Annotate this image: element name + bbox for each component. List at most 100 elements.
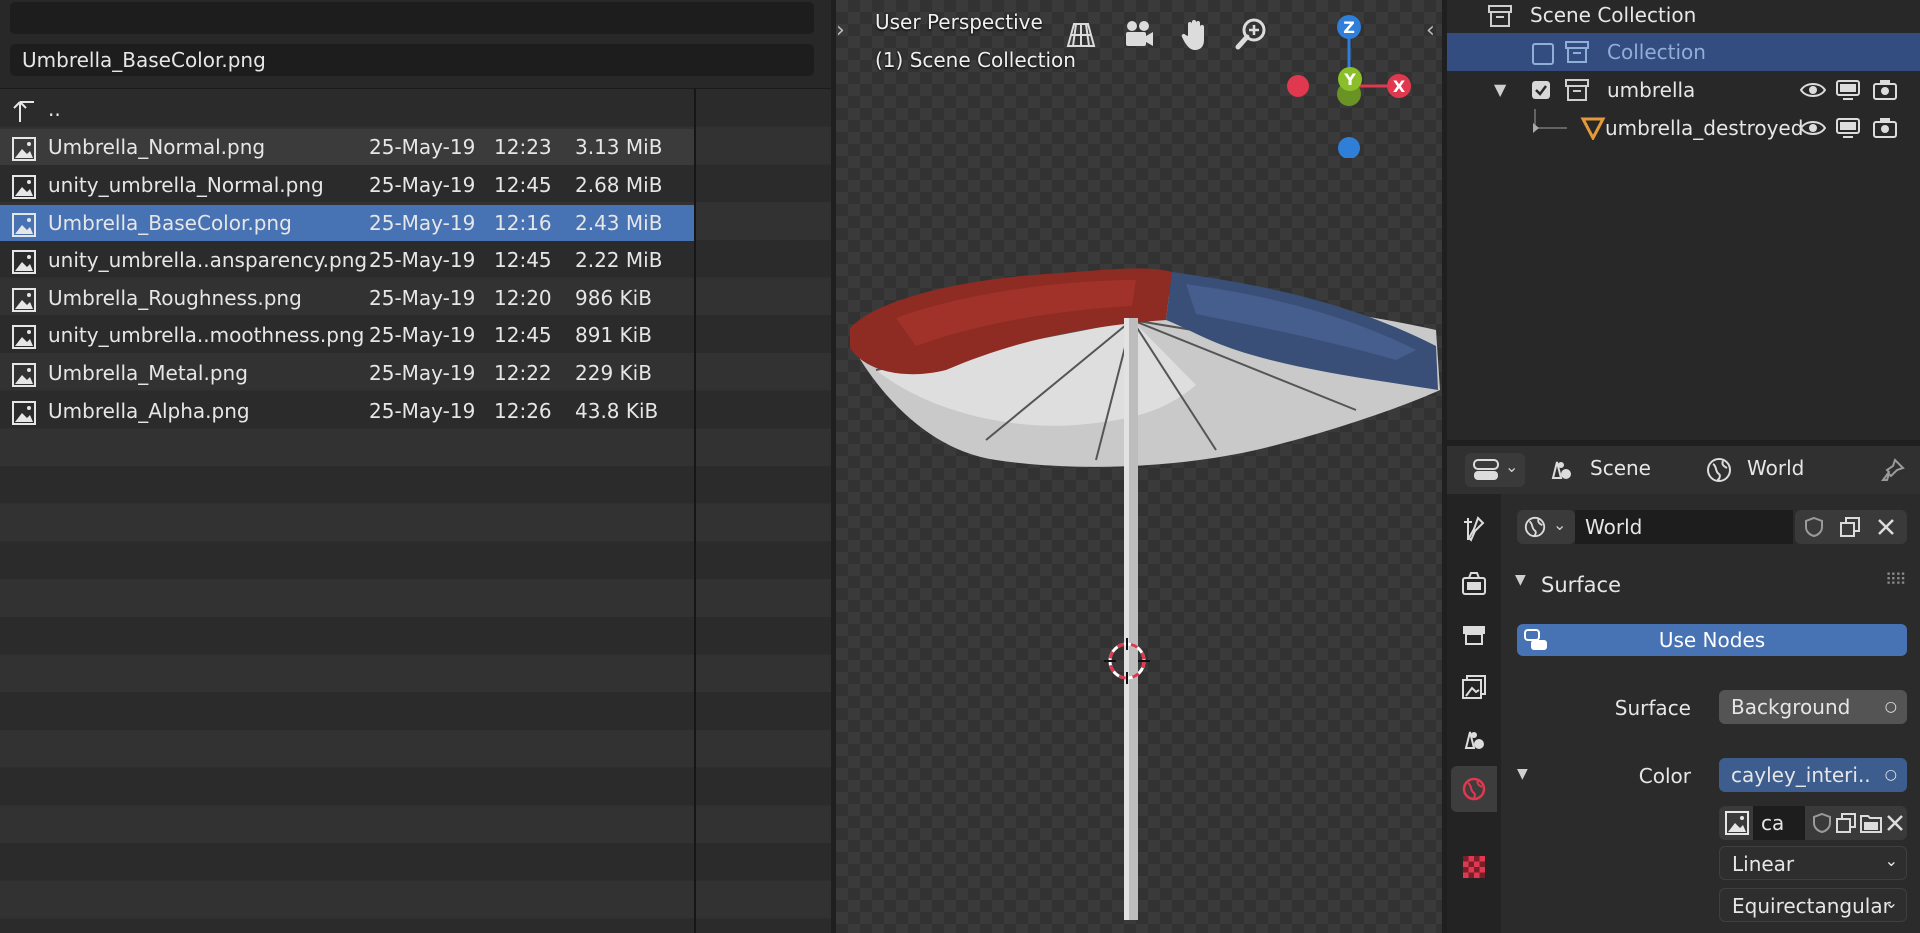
scene-icon: [1464, 731, 1484, 749]
interpolation-dropdown[interactable]: Linear ⌄: [1719, 846, 1907, 880]
file-date: 25-May-19: [369, 248, 476, 272]
file-row[interactable]: unity_umbrella..ansparency.png 25-May-19…: [0, 242, 694, 278]
color-label: Color: [1638, 764, 1691, 788]
tab-render[interactable]: [1451, 560, 1497, 606]
3d-viewport[interactable]: › ‹ User Perspective (1) Scene Collectio…: [836, 0, 1442, 933]
pin-icon[interactable]: [1879, 456, 1907, 484]
gizmo-z-label: Z: [1343, 18, 1355, 37]
file-name: Umbrella_Metal.png: [48, 361, 248, 385]
world-name-field[interactable]: World: [1575, 510, 1793, 544]
exclude-checkbox[interactable]: [1532, 43, 1554, 65]
color-input-field[interactable]: cayley_interi.. ○: [1719, 758, 1907, 792]
hand-pan-icon[interactable]: [1176, 14, 1216, 54]
drag-handle-icon[interactable]: ⠿⠿: [1885, 570, 1906, 589]
tab-output[interactable]: [1451, 612, 1497, 658]
column-divider[interactable]: [694, 89, 696, 933]
parent-folder-icon: [13, 101, 34, 122]
duplicate-icon[interactable]: [1839, 516, 1861, 538]
tab-view-layer[interactable]: [1451, 664, 1497, 710]
umbrella-model[interactable]: [836, 260, 1442, 920]
file-size: 43.8 KiB: [575, 399, 659, 423]
file-list: .. Umbrella_Normal.png 25-May-19 12:23 3…: [0, 89, 831, 933]
file-date: 25-May-19: [369, 323, 476, 347]
surface-shader-field[interactable]: Background ○: [1719, 690, 1907, 724]
breadcrumb-scene: Scene: [1590, 456, 1651, 480]
file-row-selected[interactable]: Umbrella_BaseColor.png 25-May-19 12:16 2…: [0, 205, 694, 241]
monitor-icon[interactable]: [1835, 79, 1861, 101]
open-folder-icon[interactable]: [1859, 812, 1883, 834]
outliner-item-collection[interactable]: Collection: [1447, 33, 1920, 71]
directory-path-field[interactable]: [10, 2, 814, 34]
parent-directory-row[interactable]: ..: [0, 91, 694, 127]
outliner-item-umbrella[interactable]: ▼ umbrella: [1447, 71, 1920, 109]
use-nodes-button[interactable]: Use Nodes: [1517, 624, 1907, 656]
duplicate-icon[interactable]: [1835, 812, 1857, 834]
grid-view-icon[interactable]: [1060, 14, 1100, 54]
projection-dropdown[interactable]: Equirectangular ⌄: [1719, 888, 1907, 922]
view-layer-icon: [1462, 675, 1486, 699]
file-time: 12:23: [494, 135, 552, 159]
file-row[interactable]: Umbrella_Normal.png 25-May-19 12:23 3.13…: [0, 129, 694, 165]
file-row[interactable]: Umbrella_Alpha.png 25-May-19 12:26 43.8 …: [0, 393, 694, 429]
outliner-scene-collection[interactable]: Scene Collection: [1447, 0, 1920, 34]
monitor-icon[interactable]: [1835, 117, 1861, 139]
camera-icon[interactable]: [1872, 117, 1898, 139]
world-datablock-buttons: [1795, 510, 1907, 544]
file-time: 12:26: [494, 399, 552, 423]
world-browse-dropdown[interactable]: ⌄: [1517, 510, 1575, 544]
file-size: 3.13 MiB: [575, 135, 663, 159]
chevron-down-icon: ⌄: [1884, 851, 1898, 870]
outliner-item-umbrella-destroyed[interactable]: umbrella_destroyed: [1447, 109, 1920, 147]
nodes-icon: [1524, 629, 1547, 650]
navigation-gizmo[interactable]: Z Y X: [1266, 8, 1416, 158]
texture-checker-icon: [1463, 856, 1485, 878]
file-row[interactable]: Umbrella_Metal.png 25-May-19 12:22 229 K…: [0, 355, 694, 391]
world-icon: [1524, 516, 1546, 538]
world-icon: [1462, 777, 1486, 801]
properties-tabs: [1447, 494, 1501, 933]
collection-icon: [1488, 5, 1512, 27]
fake-user-shield-icon[interactable]: [1811, 812, 1833, 834]
editor-type-dropdown[interactable]: ⌄: [1465, 453, 1525, 487]
file-time: 12:16: [494, 211, 552, 235]
file-row[interactable]: unity_umbrella_Normal.png 25-May-19 12:4…: [0, 167, 694, 203]
close-icon[interactable]: [1885, 813, 1905, 833]
file-name: unity_umbrella_Normal.png: [48, 173, 324, 197]
chevron-down-icon: ⌄: [1884, 893, 1898, 912]
panel-collapse-triangle-icon[interactable]: ▼: [1515, 572, 1526, 588]
tab-texture[interactable]: [1451, 844, 1497, 890]
use-nodes-label: Use Nodes: [1658, 628, 1766, 652]
tab-world[interactable]: [1451, 766, 1497, 812]
render-icon: [1462, 572, 1486, 595]
surface-value: Background: [1731, 695, 1851, 719]
toolbar-expand-arrow-icon[interactable]: ›: [836, 18, 845, 43]
file-row[interactable]: Umbrella_Roughness.png 25-May-19 12:20 9…: [0, 280, 694, 316]
panel-title[interactable]: Surface: [1541, 573, 1621, 597]
filename-field[interactable]: Umbrella_BaseColor.png: [10, 44, 814, 76]
tab-tool[interactable]: [1451, 506, 1497, 552]
file-name: Umbrella_Alpha.png: [48, 399, 250, 423]
properties-panel: ⌄ World ▼ Surface ⠿⠿ Use Nodes Surface B…: [1501, 494, 1920, 933]
image-icon[interactable]: [1725, 811, 1749, 835]
close-icon[interactable]: [1875, 516, 1897, 538]
expand-triangle-icon[interactable]: ▼: [1494, 71, 1506, 109]
sidebar-expand-arrow-icon[interactable]: ‹: [1426, 18, 1435, 43]
tool-icon: [1464, 516, 1485, 542]
eye-icon[interactable]: [1800, 118, 1826, 138]
expand-triangle-icon[interactable]: ▼: [1517, 766, 1528, 782]
outliner-label: Scene Collection: [1530, 3, 1697, 27]
exclude-checkbox[interactable]: [1532, 81, 1550, 99]
tab-scene[interactable]: [1451, 716, 1497, 762]
3d-cursor-icon[interactable]: [1102, 636, 1152, 686]
collection-info: (1) Scene Collection: [875, 48, 1076, 72]
camera-view-icon[interactable]: [1118, 14, 1158, 54]
surface-label: Surface: [1614, 696, 1691, 720]
file-date: 25-May-19: [369, 399, 476, 423]
outliner-label: umbrella: [1607, 78, 1696, 102]
image-name-field[interactable]: ca: [1753, 806, 1805, 840]
gizmo-x-label: X: [1393, 77, 1406, 96]
fake-user-shield-icon[interactable]: [1803, 516, 1825, 538]
file-row[interactable]: unity_umbrella..moothness.png 25-May-19 …: [0, 317, 694, 353]
camera-icon[interactable]: [1872, 79, 1898, 101]
eye-icon[interactable]: [1800, 80, 1826, 100]
